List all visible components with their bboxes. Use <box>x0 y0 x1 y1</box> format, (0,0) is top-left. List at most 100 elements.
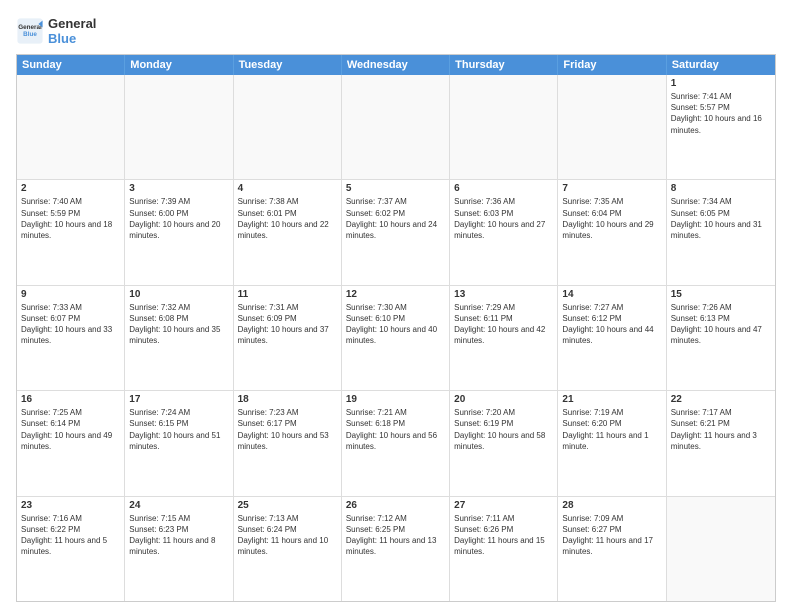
cal-cell-empty-6 <box>667 497 775 601</box>
day-info: Sunrise: 7:29 AM Sunset: 6:11 PM Dayligh… <box>454 302 553 347</box>
day-info: Sunrise: 7:19 AM Sunset: 6:20 PM Dayligh… <box>562 407 661 452</box>
day-info: Sunrise: 7:25 AM Sunset: 6:14 PM Dayligh… <box>21 407 120 452</box>
cal-cell-11: 11 Sunrise: 7:31 AM Sunset: 6:09 PM Dayli… <box>234 286 342 390</box>
day-info: Sunrise: 7:26 AM Sunset: 6:13 PM Dayligh… <box>671 302 771 347</box>
cal-cell-7: 7 Sunrise: 7:35 AM Sunset: 6:04 PM Daylig… <box>558 180 666 284</box>
day-number: 16 <box>21 394 120 405</box>
calendar-page: General Blue General Blue SundayMondayTu… <box>0 0 792 612</box>
day-number: 12 <box>346 289 445 300</box>
day-info: Sunrise: 7:27 AM Sunset: 6:12 PM Dayligh… <box>562 302 661 347</box>
day-info: Sunrise: 7:12 AM Sunset: 6:25 PM Dayligh… <box>346 513 445 558</box>
cal-cell-17: 17Sunrise: 7:24 AM Sunset: 6:15 PM Dayli… <box>125 391 233 495</box>
cal-cell-19: 19Sunrise: 7:21 AM Sunset: 6:18 PM Dayli… <box>342 391 450 495</box>
cal-cell-3: 3 Sunrise: 7:39 AM Sunset: 6:00 PM Daylig… <box>125 180 233 284</box>
logo-text: General Blue <box>48 16 96 46</box>
week-row-3: 9Sunrise: 7:33 AM Sunset: 6:07 PM Daylig… <box>17 286 775 391</box>
day-number: 2 <box>21 183 120 194</box>
day-number: 18 <box>238 394 337 405</box>
day-number: 10 <box>129 289 228 300</box>
day-number: 22 <box>671 394 771 405</box>
day-info: Sunrise: 7:16 AM Sunset: 6:22 PM Dayligh… <box>21 513 120 558</box>
header-cell-friday: Friday <box>558 55 666 75</box>
cal-cell-4: 4 Sunrise: 7:38 AM Sunset: 6:01 PM Daylig… <box>234 180 342 284</box>
cal-cell-24: 24 Sunrise: 7:15 AM Sunset: 6:23 PM Dayli… <box>125 497 233 601</box>
cal-cell-6: 6 Sunrise: 7:36 AM Sunset: 6:03 PM Daylig… <box>450 180 558 284</box>
cal-cell-empty-2 <box>234 75 342 179</box>
day-info: Sunrise: 7:13 AM Sunset: 6:24 PM Dayligh… <box>238 513 337 558</box>
day-info: Sunrise: 7:20 AM Sunset: 6:19 PM Dayligh… <box>454 407 553 452</box>
cal-cell-21: 21 Sunrise: 7:19 AM Sunset: 6:20 PM Dayli… <box>558 391 666 495</box>
header: General Blue General Blue <box>16 16 776 46</box>
day-info: Sunrise: 7:39 AM Sunset: 6:00 PM Dayligh… <box>129 196 228 241</box>
day-number: 14 <box>562 289 661 300</box>
day-info: Sunrise: 7:15 AM Sunset: 6:23 PM Dayligh… <box>129 513 228 558</box>
day-info: Sunrise: 7:32 AM Sunset: 6:08 PM Dayligh… <box>129 302 228 347</box>
header-cell-tuesday: Tuesday <box>234 55 342 75</box>
day-number: 25 <box>238 500 337 511</box>
cal-cell-empty-0 <box>17 75 125 179</box>
day-number: 20 <box>454 394 553 405</box>
day-number: 15 <box>671 289 771 300</box>
day-info: Sunrise: 7:23 AM Sunset: 6:17 PM Dayligh… <box>238 407 337 452</box>
day-info: Sunrise: 7:35 AM Sunset: 6:04 PM Dayligh… <box>562 196 661 241</box>
day-number: 13 <box>454 289 553 300</box>
logo: General Blue General Blue <box>16 16 96 46</box>
header-cell-sunday: Sunday <box>17 55 125 75</box>
day-info: Sunrise: 7:11 AM Sunset: 6:26 PM Dayligh… <box>454 513 553 558</box>
day-number: 24 <box>129 500 228 511</box>
cal-cell-13: 13 Sunrise: 7:29 AM Sunset: 6:11 PM Dayli… <box>450 286 558 390</box>
cal-cell-2: 2 Sunrise: 7:40 AM Sunset: 5:59 PM Daylig… <box>17 180 125 284</box>
week-row-1: 1Sunrise: 7:41 AM Sunset: 5:57 PM Daylig… <box>17 75 775 180</box>
day-info: Sunrise: 7:24 AM Sunset: 6:15 PM Dayligh… <box>129 407 228 452</box>
cal-cell-20: 20 Sunrise: 7:20 AM Sunset: 6:19 PM Dayli… <box>450 391 558 495</box>
cal-cell-empty-4 <box>450 75 558 179</box>
day-number: 19 <box>346 394 445 405</box>
cal-cell-22: 22 Sunrise: 7:17 AM Sunset: 6:21 PM Dayli… <box>667 391 775 495</box>
day-number: 6 <box>454 183 553 194</box>
logo-icon: General Blue <box>16 17 44 45</box>
cal-cell-12: 12Sunrise: 7:30 AM Sunset: 6:10 PM Dayli… <box>342 286 450 390</box>
week-row-5: 23 Sunrise: 7:16 AM Sunset: 6:22 PM Dayli… <box>17 497 775 601</box>
day-number: 7 <box>562 183 661 194</box>
day-info: Sunrise: 7:17 AM Sunset: 6:21 PM Dayligh… <box>671 407 771 452</box>
cal-cell-27: 27Sunrise: 7:11 AM Sunset: 6:26 PM Dayli… <box>450 497 558 601</box>
cal-cell-16: 16 Sunrise: 7:25 AM Sunset: 6:14 PM Dayli… <box>17 391 125 495</box>
cal-cell-8: 8 Sunrise: 7:34 AM Sunset: 6:05 PM Daylig… <box>667 180 775 284</box>
cal-cell-26: 26 Sunrise: 7:12 AM Sunset: 6:25 PM Dayli… <box>342 497 450 601</box>
day-info: Sunrise: 7:33 AM Sunset: 6:07 PM Dayligh… <box>21 302 120 347</box>
day-number: 3 <box>129 183 228 194</box>
day-number: 26 <box>346 500 445 511</box>
day-info: Sunrise: 7:40 AM Sunset: 5:59 PM Dayligh… <box>21 196 120 241</box>
day-info: Sunrise: 7:09 AM Sunset: 6:27 PM Dayligh… <box>562 513 661 558</box>
day-number: 28 <box>562 500 661 511</box>
day-info: Sunrise: 7:37 AM Sunset: 6:02 PM Dayligh… <box>346 196 445 241</box>
day-number: 11 <box>238 289 337 300</box>
cal-cell-empty-1 <box>125 75 233 179</box>
svg-text:Blue: Blue <box>23 31 37 38</box>
cal-cell-28: 28 Sunrise: 7:09 AM Sunset: 6:27 PM Dayli… <box>558 497 666 601</box>
cal-cell-18: 18 Sunrise: 7:23 AM Sunset: 6:17 PM Dayli… <box>234 391 342 495</box>
svg-text:General: General <box>18 24 42 31</box>
day-number: 5 <box>346 183 445 194</box>
day-number: 4 <box>238 183 337 194</box>
cal-cell-14: 14 Sunrise: 7:27 AM Sunset: 6:12 PM Dayli… <box>558 286 666 390</box>
day-number: 8 <box>671 183 771 194</box>
cal-cell-9: 9Sunrise: 7:33 AM Sunset: 6:07 PM Daylig… <box>17 286 125 390</box>
header-cell-monday: Monday <box>125 55 233 75</box>
cal-cell-25: 25 Sunrise: 7:13 AM Sunset: 6:24 PM Dayli… <box>234 497 342 601</box>
header-cell-wednesday: Wednesday <box>342 55 450 75</box>
day-number: 23 <box>21 500 120 511</box>
cal-cell-1: 1Sunrise: 7:41 AM Sunset: 5:57 PM Daylig… <box>667 75 775 179</box>
cal-cell-10: 10 Sunrise: 7:32 AM Sunset: 6:08 PM Dayli… <box>125 286 233 390</box>
day-info: Sunrise: 7:41 AM Sunset: 5:57 PM Dayligh… <box>671 91 771 136</box>
day-info: Sunrise: 7:38 AM Sunset: 6:01 PM Dayligh… <box>238 196 337 241</box>
calendar-body: 1Sunrise: 7:41 AM Sunset: 5:57 PM Daylig… <box>17 75 775 601</box>
day-info: Sunrise: 7:31 AM Sunset: 6:09 PM Dayligh… <box>238 302 337 347</box>
day-info: Sunrise: 7:36 AM Sunset: 6:03 PM Dayligh… <box>454 196 553 241</box>
day-info: Sunrise: 7:34 AM Sunset: 6:05 PM Dayligh… <box>671 196 771 241</box>
day-number: 21 <box>562 394 661 405</box>
calendar-header-row: SundayMondayTuesdayWednesdayThursdayFrid… <box>17 55 775 75</box>
header-cell-thursday: Thursday <box>450 55 558 75</box>
cal-cell-23: 23 Sunrise: 7:16 AM Sunset: 6:22 PM Dayli… <box>17 497 125 601</box>
cal-cell-empty-3 <box>342 75 450 179</box>
